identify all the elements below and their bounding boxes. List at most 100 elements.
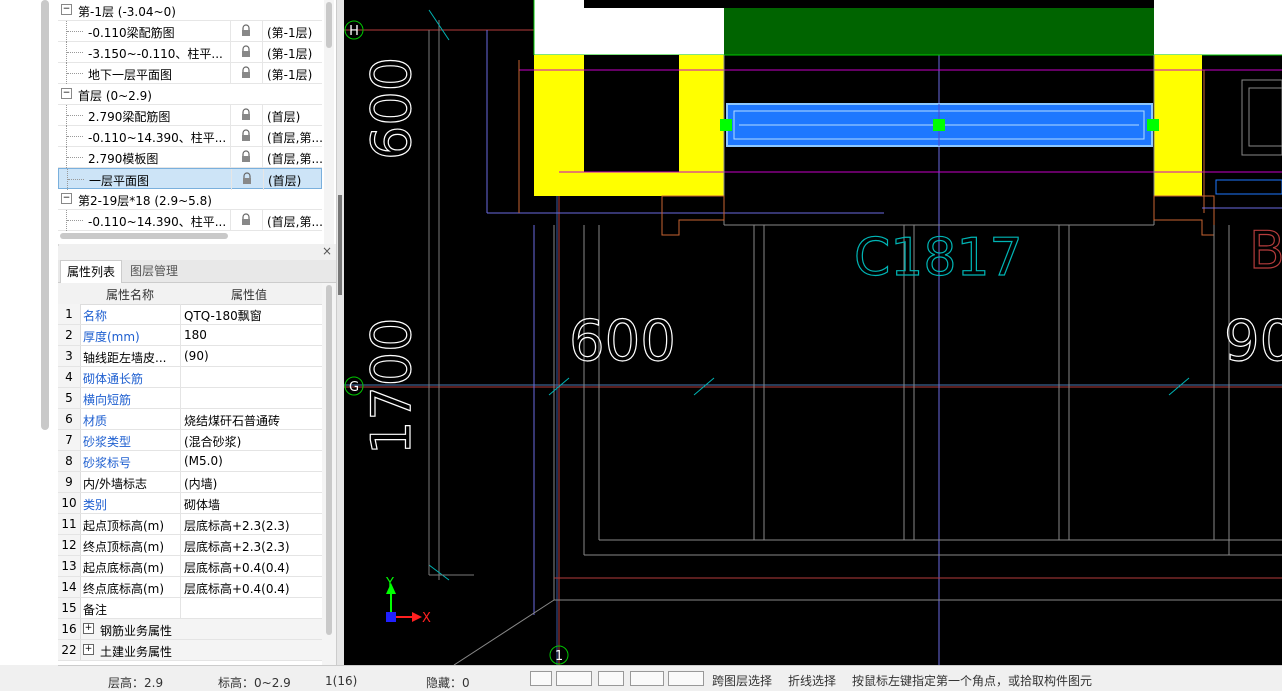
tree-drawing-item[interactable]: 地下一层平面图 (第-1层): [58, 63, 322, 84]
tree-vertical-scrollbar[interactable]: [324, 0, 334, 244]
property-value[interactable]: 层底标高+0.4(0.4): [184, 559, 290, 576]
status-page: 1(16): [325, 674, 358, 688]
grip-mid[interactable]: [933, 119, 945, 131]
lock-icon[interactable]: [239, 45, 253, 59]
lock-icon[interactable]: [239, 129, 253, 143]
cross-select-button[interactable]: [598, 671, 624, 686]
tree-connector: [66, 42, 85, 63]
window-label-c1817: C1817: [854, 228, 1023, 288]
tree-drawing-item[interactable]: 一层平面图 (首层): [58, 168, 322, 190]
property-name: 砌体通长筋: [83, 372, 144, 386]
property-grid: 属性名称 属性值 1 名称 QTQ-180飘窗 2 厚度(mm) 180 3 轴线距左墙皮..…: [58, 283, 322, 665]
property-value[interactable]: 烧结煤矸石普通砖: [184, 412, 280, 429]
property-value[interactable]: (90): [184, 349, 209, 363]
property-value[interactable]: 层底标高+2.3(2.3): [184, 517, 290, 534]
row-number: 7: [58, 430, 81, 450]
tree-floor-group[interactable]: − 首层 (0~2.9): [58, 84, 322, 105]
property-name: 起点顶标高(m): [83, 519, 165, 533]
property-group-row[interactable]: 22 + 土建业务属性: [58, 640, 322, 661]
header-property-name: 属性名称: [106, 288, 155, 302]
property-value[interactable]: 层底标高+2.3(2.3): [184, 538, 290, 555]
tree-drawing-item[interactable]: -3.150~-0.110、柱平... (第-1层): [58, 42, 322, 63]
property-value[interactable]: 砌体墙: [184, 496, 220, 513]
tree-item-floor: (首层,第...: [267, 131, 323, 145]
property-row[interactable]: 3 轴线距左墙皮... (90): [58, 346, 322, 367]
property-value[interactable]: (M5.0): [184, 454, 223, 468]
property-value[interactable]: (内墙): [184, 475, 217, 492]
row-number: 14: [58, 577, 81, 597]
lock-icon[interactable]: [239, 150, 253, 164]
property-row[interactable]: 7 砂浆类型 (混合砂浆): [58, 430, 322, 451]
collapse-icon[interactable]: −: [61, 193, 72, 204]
tree-horizontal-scrollbar[interactable]: [60, 231, 322, 241]
cross-layer-select-button[interactable]: 跨图层选择: [712, 672, 772, 689]
property-row[interactable]: 8 砂浆标号 (M5.0): [58, 451, 322, 472]
property-value[interactable]: 180: [184, 328, 207, 342]
grip-left[interactable]: [720, 119, 732, 131]
property-value[interactable]: 层底标高+0.4(0.4): [184, 580, 290, 597]
property-name: 内/外墙标志: [83, 477, 148, 491]
property-name: 砂浆标号: [83, 456, 132, 470]
tree-drawing-item[interactable]: -0.110~14.390、柱平... (首层,第...: [58, 210, 323, 231]
property-row[interactable]: 10 类别 砌体墙: [58, 493, 322, 514]
property-name: 终点底标高(m): [83, 582, 165, 596]
tree-drawing-item[interactable]: -0.110梁配筋图 (第-1层): [58, 21, 322, 42]
tree-connector: [66, 210, 85, 231]
property-grid-scrollbar[interactable]: [322, 283, 336, 665]
grip-right[interactable]: [1147, 119, 1159, 131]
tree-item-floor: (首层): [267, 110, 301, 124]
property-row[interactable]: 11 起点顶标高(m) 层底标高+2.3(2.3): [58, 514, 322, 535]
collapse-icon[interactable]: −: [61, 88, 72, 99]
tree-drawing-item[interactable]: 2.790梁配筋图 (首层): [58, 105, 322, 126]
drawing-tree: − 第-1层 (-3.04~0) -0.110梁配筋图 (第-1层) -3.150~-0…: [58, 0, 336, 244]
tree-connector: [66, 21, 85, 42]
tree-drawing-item[interactable]: -0.110~14.390、柱平... (首层,第...: [58, 126, 323, 147]
property-row[interactable]: 6 材质 烧结煤矸石普通砖: [58, 409, 322, 430]
lock-icon[interactable]: [239, 24, 253, 38]
property-row[interactable]: 14 终点底标高(m) 层底标高+0.4(0.4): [58, 577, 322, 598]
property-row[interactable]: 12 终点顶标高(m) 层底标高+2.3(2.3): [58, 535, 322, 556]
property-row[interactable]: 15 备注: [58, 598, 322, 619]
header-property-value: 属性值: [231, 288, 268, 302]
polyline-select-button[interactable]: 折线选择: [788, 672, 836, 689]
expand-icon[interactable]: +: [83, 623, 94, 634]
select-mode-dropdown[interactable]: [556, 671, 592, 686]
property-row[interactable]: 5 横向短筋: [58, 388, 322, 409]
property-row[interactable]: 13 起点底标高(m) 层底标高+0.4(0.4): [58, 556, 322, 577]
property-value[interactable]: QTQ-180飘窗: [184, 307, 262, 324]
dim-600-horizontal: 600: [569, 309, 676, 374]
tab-property-list[interactable]: 属性列表: [60, 260, 123, 283]
tree-item-label: 第2-19层*18 (2.9~5.8): [78, 194, 212, 208]
expand-icon[interactable]: +: [83, 644, 94, 655]
left-strip-scrollbar[interactable]: [41, 0, 49, 430]
axis-label-1: 1: [555, 649, 563, 664]
tree-item-label: 首层 (0~2.9): [78, 89, 152, 103]
property-row[interactable]: 1 名称 QTQ-180飘窗: [58, 304, 322, 325]
tree-floor-group[interactable]: − 第2-19层*18 (2.9~5.8): [58, 189, 322, 210]
snap-toggle-button[interactable]: [530, 671, 552, 686]
tree-floor-group[interactable]: − 第-1层 (-3.04~0): [58, 0, 322, 21]
panel-close-icon[interactable]: ×: [322, 244, 332, 258]
collapse-icon[interactable]: −: [61, 4, 72, 15]
tree-drawing-item[interactable]: 2.790模板图 (首层,第...: [58, 147, 323, 168]
dim-1700-vertical: 1700: [360, 318, 423, 455]
tree-item-floor: (首层,第...: [267, 215, 323, 229]
property-row[interactable]: 4 砌体通长筋: [58, 367, 322, 388]
property-row[interactable]: 9 内/外墙标志 (内墙): [58, 472, 322, 493]
property-value[interactable]: (混合砂浆): [184, 433, 241, 450]
cad-canvas[interactable]: H G 1 600 1700 600 90 C1817 B Y X: [344, 0, 1282, 665]
tree-item-floor: (首层): [268, 174, 302, 188]
lock-icon[interactable]: [239, 108, 253, 122]
lock-icon[interactable]: [239, 213, 253, 227]
tab-layer-management[interactable]: 图层管理: [124, 260, 184, 282]
cad-drawing[interactable]: H G 1 600 1700 600 90 C1817 B Y X: [344, 0, 1282, 665]
angle-dropdown[interactable]: [630, 671, 664, 686]
ortho-dropdown[interactable]: [668, 671, 704, 686]
property-group-row[interactable]: 16 + 钢筋业务属性: [58, 619, 322, 640]
property-row[interactable]: 2 厚度(mm) 180: [58, 325, 322, 346]
tree-item-floor: (第-1层): [267, 26, 313, 40]
property-name: 名称: [83, 309, 108, 323]
lock-icon[interactable]: [239, 66, 253, 80]
lock-icon[interactable]: [240, 172, 254, 186]
property-name: 轴线距左墙皮...: [83, 351, 167, 365]
